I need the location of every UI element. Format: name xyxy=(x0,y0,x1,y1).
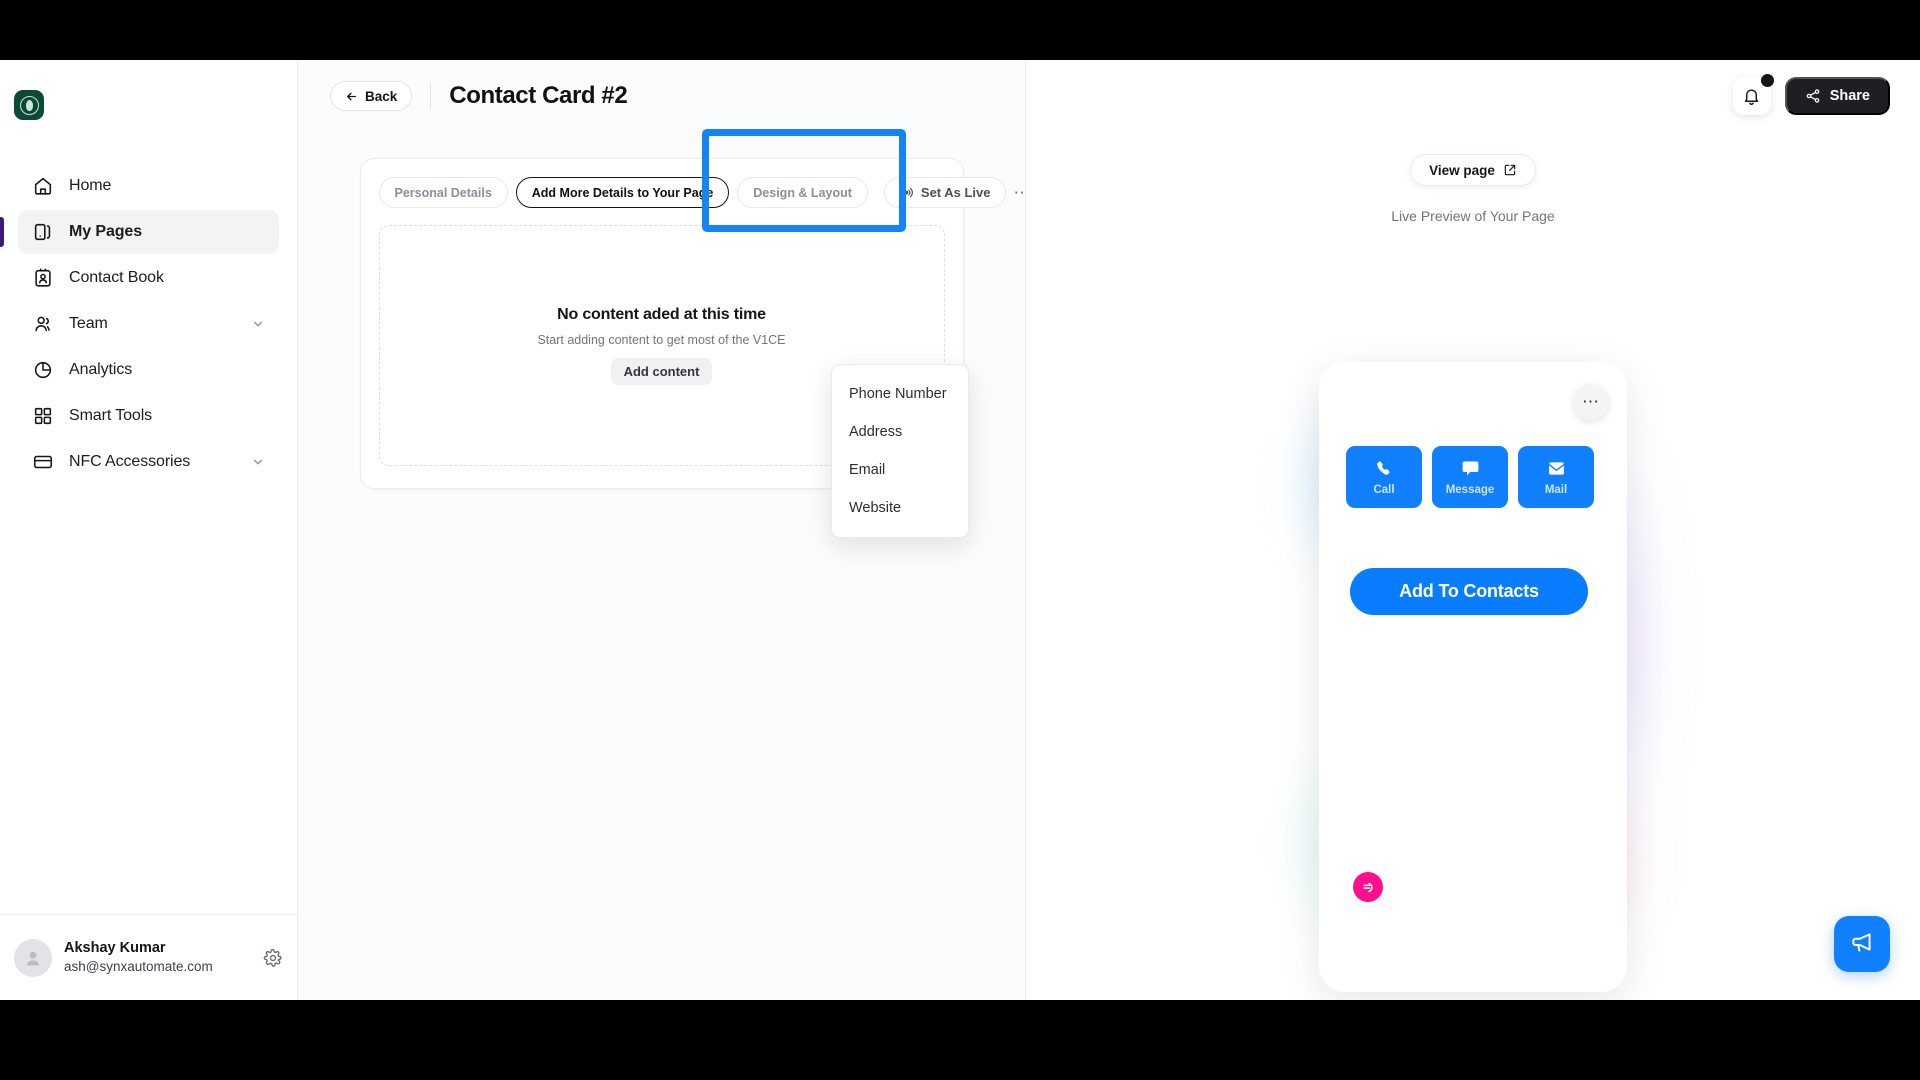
dropdown-item-email[interactable]: Email xyxy=(832,451,968,489)
share-button[interactable]: Share xyxy=(1784,77,1890,115)
mail-icon xyxy=(1546,458,1567,479)
home-icon xyxy=(32,175,54,197)
team-icon xyxy=(32,313,54,335)
user-avatar-icon xyxy=(14,938,52,977)
message-button[interactable]: Message xyxy=(1432,446,1508,508)
tab-personal-details[interactable]: Personal Details xyxy=(378,177,508,208)
call-label: Call xyxy=(1373,484,1395,496)
back-button-label: Back xyxy=(365,88,398,104)
view-page-label: View page xyxy=(1429,162,1495,178)
add-content-dropdown: Phone Number Address Email Website xyxy=(831,364,969,538)
view-page-button[interactable]: View page xyxy=(1410,154,1536,186)
editor-tabs: Personal Details Add More Details to You… xyxy=(378,177,1031,208)
preview-caption: Live Preview of Your Page xyxy=(1391,208,1555,224)
grid-icon xyxy=(32,405,54,427)
analytics-pie-icon xyxy=(32,359,54,381)
notification-dot xyxy=(1760,74,1774,87)
editor-topbar: Back Contact Card #2 xyxy=(298,60,1025,132)
sidebar-item-home[interactable]: Home xyxy=(18,164,279,208)
user-profile[interactable]: Akshay Kumar ash@synxautomate.com xyxy=(0,914,297,1000)
divider xyxy=(430,83,432,109)
share-button-label: Share xyxy=(1829,88,1870,104)
tab-design-layout[interactable]: Design & Layout xyxy=(737,177,868,208)
tab-add-more-details[interactable]: Add More Details to Your Page xyxy=(515,177,730,208)
mail-label: Mail xyxy=(1544,484,1568,496)
phone-icon xyxy=(1374,458,1395,479)
phone-preview: ⋯ Call Message Mail Add To Contacts xyxy=(1319,362,1627,992)
sidebar-item-contact-book[interactable]: Contact Book xyxy=(18,256,279,300)
sidebar-item-smart-tools[interactable]: Smart Tools xyxy=(18,394,279,438)
contact-book-icon xyxy=(32,267,54,289)
sidebar-item-label: Team xyxy=(69,315,108,332)
dropdown-item-phone-number[interactable]: Phone Number xyxy=(832,375,968,413)
set-as-live-button[interactable]: Set As Live xyxy=(883,177,1006,208)
sidebar-item-my-pages[interactable]: My Pages xyxy=(0,210,279,254)
user-text: Akshay Kumar ash@synxautomate.com xyxy=(64,939,251,977)
sidebar-item-analytics[interactable]: Analytics xyxy=(18,348,279,392)
sidebar-item-label: Analytics xyxy=(69,361,133,378)
card-icon xyxy=(32,451,54,473)
starbucks-logo-icon[interactable] xyxy=(14,90,44,120)
page-title: Contact Card #2 xyxy=(449,82,628,109)
sidebar-item-label: My Pages xyxy=(69,223,143,240)
set-as-live-label: Set As Live xyxy=(920,185,991,200)
editor-card-wrap: Personal Details Add More Details to You… xyxy=(298,129,1031,538)
sidebar-item-nfc-accessories[interactable]: NFC Accessories xyxy=(18,440,279,484)
external-link-icon xyxy=(1503,163,1517,177)
share-nodes-icon xyxy=(1805,88,1821,104)
mail-button[interactable]: Mail xyxy=(1518,446,1594,508)
message-icon xyxy=(1460,458,1481,479)
user-email: ash@synxautomate.com xyxy=(64,959,213,975)
user-name: Akshay Kumar xyxy=(64,939,166,956)
chevron-down-icon[interactable] xyxy=(251,317,265,331)
arrow-left-icon xyxy=(345,90,358,103)
pages-icon xyxy=(32,221,54,243)
empty-state-subtitle: Start adding content to get most of the … xyxy=(537,333,786,347)
sidebar-nav: Home My Pages Contact Book Team Analytic… xyxy=(0,164,297,486)
v1ce-logo-icon[interactable] xyxy=(1353,872,1383,902)
editor-panel: Back Contact Card #2 Personal Details Ad… xyxy=(298,60,1031,1000)
call-button[interactable]: Call xyxy=(1346,446,1422,508)
add-content-button[interactable]: Add content xyxy=(610,358,713,385)
add-to-contacts-button[interactable]: Add To Contacts xyxy=(1350,568,1588,615)
phone-action-buttons: Call Message Mail xyxy=(1346,446,1594,508)
chevron-down-icon[interactable] xyxy=(251,455,265,469)
dropdown-item-website[interactable]: Website xyxy=(832,489,968,527)
sidebar-item-team[interactable]: Team xyxy=(18,302,279,346)
preview-topbar: Share xyxy=(1026,60,1920,132)
phone-overflow-ellipsis-icon[interactable]: ⋯ xyxy=(1573,384,1609,420)
sidebar-item-label: Smart Tools xyxy=(69,407,153,424)
brand-logo-wrap[interactable] xyxy=(0,60,297,134)
megaphone-icon xyxy=(1849,929,1875,960)
sidebar-item-label: Home xyxy=(69,177,112,194)
gear-icon[interactable] xyxy=(263,948,283,968)
chat-widget-button[interactable] xyxy=(1834,916,1890,972)
dropdown-item-address[interactable]: Address xyxy=(832,413,968,451)
message-label: Message xyxy=(1445,484,1495,496)
sidebar: Home My Pages Contact Book Team Analytic… xyxy=(0,60,298,1000)
back-button[interactable]: Back xyxy=(330,81,413,111)
sidebar-item-label: Contact Book xyxy=(69,269,164,286)
broadcast-icon xyxy=(899,185,914,200)
preview-panel: Share View page Live Preview of Your Pag… xyxy=(1026,60,1920,1000)
sidebar-item-label: NFC Accessories xyxy=(69,453,191,470)
notifications[interactable] xyxy=(1732,74,1774,115)
empty-state-title: No content aded at this time xyxy=(557,306,766,323)
